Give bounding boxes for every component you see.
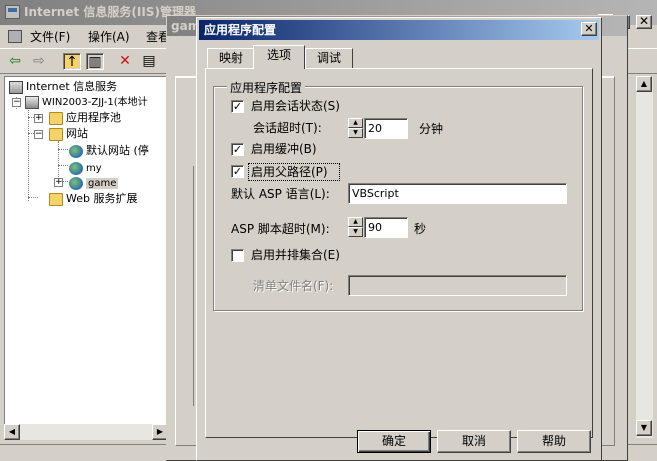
- collapse-websites-icon[interactable]: −: [34, 130, 43, 139]
- folder-icon: [49, 127, 63, 141]
- folder-icon: [49, 192, 63, 206]
- buffering-label: 启用缓冲(B): [251, 142, 317, 156]
- script-timeout-input[interactable]: 90: [364, 217, 408, 238]
- tree-default-site[interactable]: 默认网站 (停: [69, 143, 149, 159]
- parent-paths-label: 启用父路径(P): [251, 165, 328, 179]
- properties-icon[interactable]: ▤: [140, 53, 158, 70]
- dialog-title: 应用程序配置: [204, 23, 277, 37]
- session-timeout-unit: 分钟: [419, 122, 444, 136]
- tree-app-pools[interactable]: 应用程序池: [49, 110, 121, 126]
- dialog-close-button[interactable]: ✕: [581, 22, 597, 36]
- script-timeout-spinner[interactable]: ▲ ▼: [348, 217, 363, 238]
- website-icon: [69, 144, 83, 158]
- tree-web-extensions[interactable]: Web 服务扩展: [49, 191, 137, 207]
- tree-websites[interactable]: 网站: [49, 126, 88, 142]
- script-timeout-unit: 秒: [414, 222, 427, 236]
- ok-button[interactable]: 确定: [357, 430, 431, 453]
- help-button[interactable]: 帮助: [517, 430, 591, 453]
- buffering-checkbox[interactable]: ✓: [231, 143, 244, 156]
- tree-site-game[interactable]: game: [69, 175, 119, 191]
- website-icon: [69, 176, 83, 190]
- parent-paths-checkbox[interactable]: ✓: [231, 165, 244, 178]
- session-state-label: 启用会话状态(S): [251, 99, 340, 113]
- delete-icon[interactable]: ✕: [116, 53, 134, 70]
- spin-down-icon[interactable]: ▼: [348, 227, 363, 237]
- tree-horizontal-scrollbar[interactable]: ◀ ▶: [4, 424, 168, 440]
- right-vertical-scrollbar[interactable]: ▲ ▼: [636, 76, 653, 438]
- tab-mapping[interactable]: 映射: [207, 48, 255, 68]
- spin-down-icon[interactable]: ▼: [348, 128, 363, 138]
- spin-up-icon[interactable]: ▲: [348, 217, 363, 227]
- default-language-label: 默认 ASP 语言(L):: [231, 187, 330, 201]
- app-config-dialog: 应用程序配置 ✕ 映射 选项 调试 应用程序配置 ✓ 启用会话状态(S) 会话超…: [196, 17, 602, 461]
- server-icon: [25, 95, 39, 109]
- tree-server[interactable]: WIN2003-ZJJ-1(本地计: [25, 94, 148, 110]
- manifest-input[interactable]: [348, 275, 567, 296]
- session-timeout-input[interactable]: 20: [364, 118, 408, 139]
- dialog-title-bar[interactable]: 应用程序配置: [199, 20, 599, 40]
- website-icon: [69, 161, 83, 175]
- forward-arrow-icon[interactable]: ⇨: [30, 53, 48, 70]
- iis-icon: [9, 80, 23, 94]
- iis-app-icon: [5, 5, 20, 19]
- session-state-checkbox[interactable]: ✓: [231, 100, 244, 113]
- collapse-server-icon[interactable]: −: [12, 98, 21, 107]
- folder-icon: [49, 111, 63, 125]
- show-hide-tree-icon[interactable]: ▥: [86, 53, 104, 70]
- tree-pane[interactable]: Internet 信息服务 − WIN2003-ZJJ-1(本地计 + 应用程序…: [4, 76, 168, 438]
- tab-debugging[interactable]: 调试: [305, 48, 353, 68]
- menu-file[interactable]: 文件(F): [30, 29, 70, 45]
- group-title: 应用程序配置: [227, 79, 306, 96]
- session-timeout-spinner[interactable]: ▲ ▼: [348, 118, 363, 139]
- tree-site-my[interactable]: my: [69, 160, 102, 176]
- side-by-side-label: 启用并排集合(E): [251, 248, 340, 262]
- scroll-down-icon[interactable]: ▼: [636, 420, 652, 436]
- expand-app-pools-icon[interactable]: +: [34, 114, 43, 123]
- script-timeout-label: ASP 脚本超时(M):: [231, 222, 330, 236]
- expand-game-icon[interactable]: +: [54, 178, 63, 187]
- tree-root[interactable]: Internet 信息服务: [9, 79, 117, 95]
- session-timeout-label: 会话超时(T):: [253, 121, 322, 135]
- console-menu-icon[interactable]: [8, 30, 22, 43]
- cancel-button[interactable]: 取消: [437, 430, 511, 453]
- manifest-label: 清单文件名(F):: [253, 279, 334, 293]
- default-language-input[interactable]: VBScript: [348, 183, 567, 204]
- side-by-side-checkbox[interactable]: [231, 249, 244, 262]
- scroll-up-icon[interactable]: ▲: [636, 76, 652, 92]
- scroll-left-icon[interactable]: ◀: [4, 424, 20, 440]
- spin-up-icon[interactable]: ▲: [348, 118, 363, 128]
- up-folder-icon[interactable]: ↑: [63, 53, 81, 70]
- menu-action[interactable]: 操作(A): [88, 29, 130, 45]
- tab-options[interactable]: 选项: [253, 45, 305, 69]
- back-arrow-icon[interactable]: ⇦: [6, 53, 24, 70]
